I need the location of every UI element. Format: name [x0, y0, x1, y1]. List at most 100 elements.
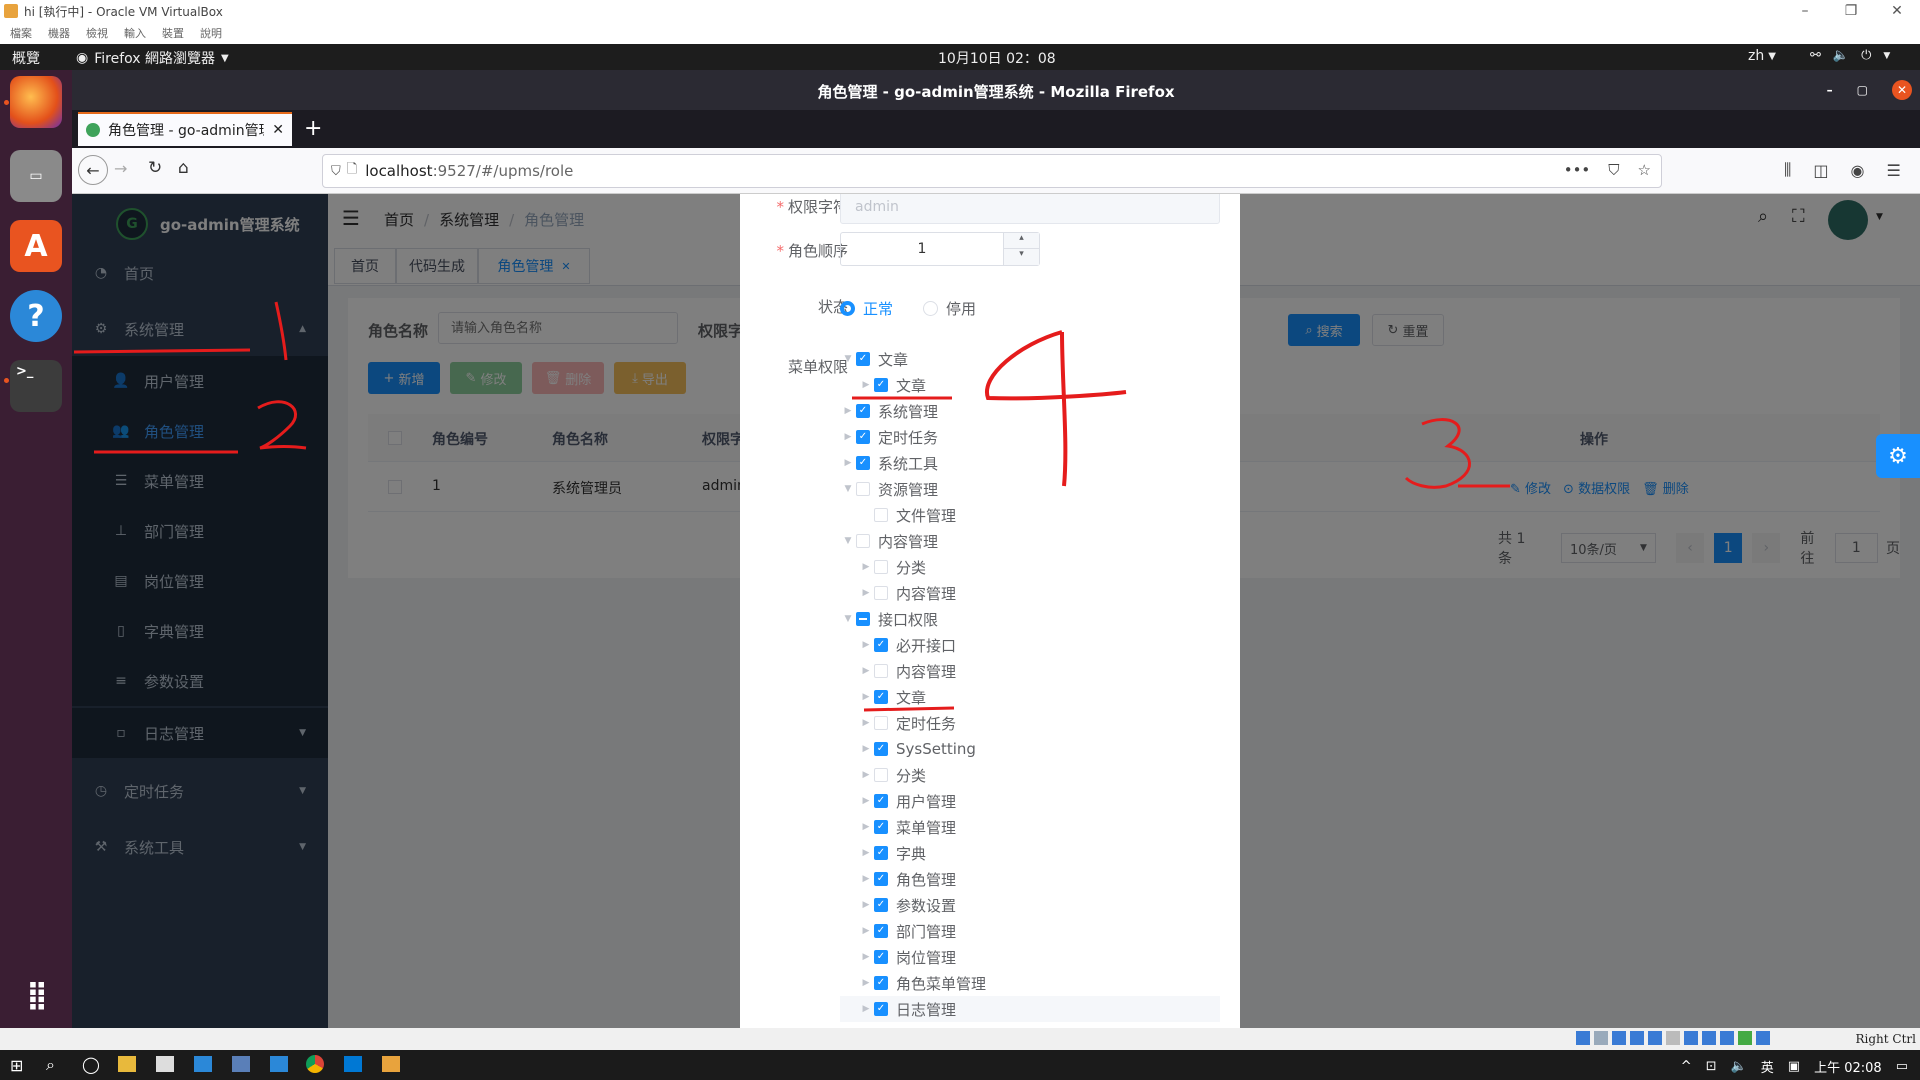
running-indicator: [4, 100, 9, 105]
sidebar-toggle-icon[interactable]: ◫: [1813, 161, 1828, 180]
virtualbox-menu-bar: 檔案 機器 檢視 輸入 裝置 說明: [0, 22, 1920, 44]
vbox-menu-help[interactable]: 說明: [200, 25, 222, 41]
app-menu[interactable]: ◉ Firefox 網路瀏覽器 ▼: [76, 48, 229, 68]
todo-icon[interactable]: [270, 1056, 288, 1072]
firefox-small-icon: ◉: [76, 50, 89, 66]
page-info-icon: 🗋: [346, 162, 358, 177]
network-icon[interactable]: ⊡: [1706, 1059, 1717, 1074]
url-bar[interactable]: ⛉ 🗋 localhost:9527/#/upms/role ••• ⛉ ☆: [322, 154, 1662, 188]
forward-icon[interactable]: →: [114, 159, 127, 178]
close-icon[interactable]: ✕: [1892, 80, 1912, 100]
reload-icon[interactable]: ↻: [148, 158, 162, 178]
back-icon[interactable]: ←: [78, 155, 108, 185]
store-icon[interactable]: [156, 1056, 174, 1072]
system-clock[interactable]: 10月10日 02：08: [938, 48, 1056, 68]
annotation-overlay: [852, 330, 1127, 712]
tab-title: 角色管理 - go-admin管理: [108, 123, 265, 139]
vscode-icon[interactable]: [344, 1056, 362, 1072]
mouse-integration-icon: [1738, 1031, 1752, 1045]
modal-overlay-sidebar[interactable]: [72, 194, 328, 1028]
cpu-icon: [1720, 1031, 1734, 1045]
vbox-menu-file[interactable]: 檔案: [10, 25, 32, 41]
system-tray[interactable]: ⚯ 🔈 ⏻ ▼: [1810, 48, 1890, 63]
annotation-number-4: [984, 330, 1127, 487]
network-icon: ⚯: [1810, 48, 1821, 63]
ubuntu-dock: ▭ A ? >_ ⣿: [0, 70, 72, 1028]
app-icon[interactable]: [232, 1056, 250, 1072]
annotation-underline: [863, 706, 955, 712]
role-edit-dialog: * 权限字符 admin * 角色顺序 1 ▴ ▾ 状态 正常 停用 菜单权限 ▼ ✓…: [740, 194, 1240, 1028]
virtualbox-taskbar-icon[interactable]: [382, 1056, 400, 1072]
mail-icon[interactable]: [194, 1056, 212, 1072]
windows-start-icon[interactable]: ⊞: [10, 1056, 23, 1075]
close-tab-icon[interactable]: ✕: [272, 122, 284, 138]
virtualbox-status-bar: Right Ctrl: [0, 1028, 1920, 1050]
maximize-icon[interactable]: ▢: [1857, 83, 1868, 97]
display-icon: [1684, 1031, 1698, 1045]
firefox-nav-bar: ← → ↻ ⌂ ⛉ 🗋 localhost:9527/#/upms/role •…: [72, 148, 1920, 194]
taskbar-clock[interactable]: 上午 02:08: [1814, 1057, 1882, 1076]
chevron-up-icon[interactable]: ^: [1681, 1059, 1692, 1074]
chevron-down-icon: ▼: [221, 52, 229, 64]
files-icon[interactable]: ▭: [10, 150, 62, 202]
page-actions-icon[interactable]: •••: [1564, 161, 1591, 179]
system-tray: ^ ⊡ 🔈 英 ▣ 上午 02:08 ▭: [1681, 1057, 1908, 1076]
language-menu[interactable]: zh ▼: [1748, 48, 1776, 64]
account-icon[interactable]: ◉: [1851, 161, 1865, 180]
host-key-label: Right Ctrl: [1855, 1032, 1917, 1046]
network-icon: [1630, 1031, 1644, 1045]
hdd-icon: [1576, 1031, 1590, 1045]
usb-icon: [1648, 1031, 1662, 1045]
go-admin-favicon: [86, 123, 100, 137]
vbox-menu-input[interactable]: 輸入: [124, 25, 146, 41]
vbox-device-icons: [1576, 1031, 1770, 1045]
language-label: zh: [1748, 48, 1765, 64]
volume-icon: 🔈: [1832, 48, 1850, 63]
pocket-icon[interactable]: ⛉: [1608, 161, 1619, 179]
firefox-tab-strip: 角色管理 - go-admin管理 ✕ +: [72, 110, 1920, 148]
search-icon[interactable]: ⌕: [46, 1055, 55, 1075]
optical-icon: [1594, 1031, 1608, 1045]
window-title: 角色管理 - go-admin管理系统 - Mozilla Firefox: [817, 83, 1175, 101]
shared-folder-icon: [1666, 1031, 1680, 1045]
chrome-icon[interactable]: [306, 1055, 324, 1073]
shield-icon: ⛉: [331, 163, 341, 179]
chevron-down-icon: ▼: [1883, 50, 1891, 61]
app-menu-label: Firefox 網路瀏覽器: [94, 51, 216, 67]
keyboard-icon: [1756, 1031, 1770, 1045]
power-icon: ⏻: [1861, 48, 1872, 63]
restore-icon[interactable]: ❐: [1828, 3, 1874, 19]
minimize-icon[interactable]: –: [1827, 83, 1833, 97]
ime-indicator[interactable]: 英: [1761, 1057, 1774, 1076]
show-apps-icon[interactable]: ⣿: [10, 968, 62, 1020]
firefox-dock-icon[interactable]: [10, 76, 62, 128]
home-icon[interactable]: ⌂: [178, 158, 189, 178]
vbox-menu-machine[interactable]: 機器: [48, 25, 70, 41]
url-path: :9527/#/upms/role: [432, 162, 574, 180]
library-icon[interactable]: ⫼: [1784, 160, 1791, 180]
terminal-icon[interactable]: >_: [10, 360, 62, 412]
notification-icon[interactable]: ▭: [1896, 1059, 1908, 1074]
activities-button[interactable]: 概覽: [12, 48, 40, 68]
close-icon[interactable]: ✕: [1874, 3, 1920, 19]
virtualbox-title-bar: hi [執行中] - Oracle VM VirtualBox – ❐ ✕: [0, 0, 1920, 22]
ime-mode-icon[interactable]: ▣: [1788, 1059, 1800, 1074]
software-center-icon[interactable]: A: [10, 220, 62, 272]
vbox-menu-devices[interactable]: 裝置: [162, 25, 184, 41]
help-icon[interactable]: ?: [10, 290, 62, 342]
virtualbox-icon: [4, 4, 18, 18]
bookmark-star-icon[interactable]: ☆: [1638, 161, 1651, 179]
windows-taskbar: ⊞ ⌕ ◯ ^ ⊡ 🔈 英 ▣ 上午 02:08 ▭: [0, 1050, 1920, 1080]
minimize-icon[interactable]: –: [1782, 3, 1828, 19]
volume-icon[interactable]: 🔈: [1731, 1059, 1747, 1074]
ubuntu-top-bar: 概覽 ◉ Firefox 網路瀏覽器 ▼ 10月10日 02：08 zh ▼ ⚯…: [0, 44, 1920, 70]
audio-icon: [1612, 1031, 1626, 1045]
new-tab-icon[interactable]: +: [304, 116, 322, 141]
settings-gear-icon[interactable]: ⚙: [1876, 434, 1920, 478]
vbox-menu-view[interactable]: 檢視: [86, 25, 108, 41]
tab-role-management[interactable]: 角色管理 - go-admin管理 ✕: [78, 112, 292, 146]
hamburger-menu-icon[interactable]: ☰: [1886, 161, 1900, 180]
file-explorer-icon[interactable]: [118, 1056, 136, 1072]
task-view-icon[interactable]: ◯: [82, 1055, 100, 1074]
chevron-down-icon: ▼: [1768, 50, 1776, 62]
